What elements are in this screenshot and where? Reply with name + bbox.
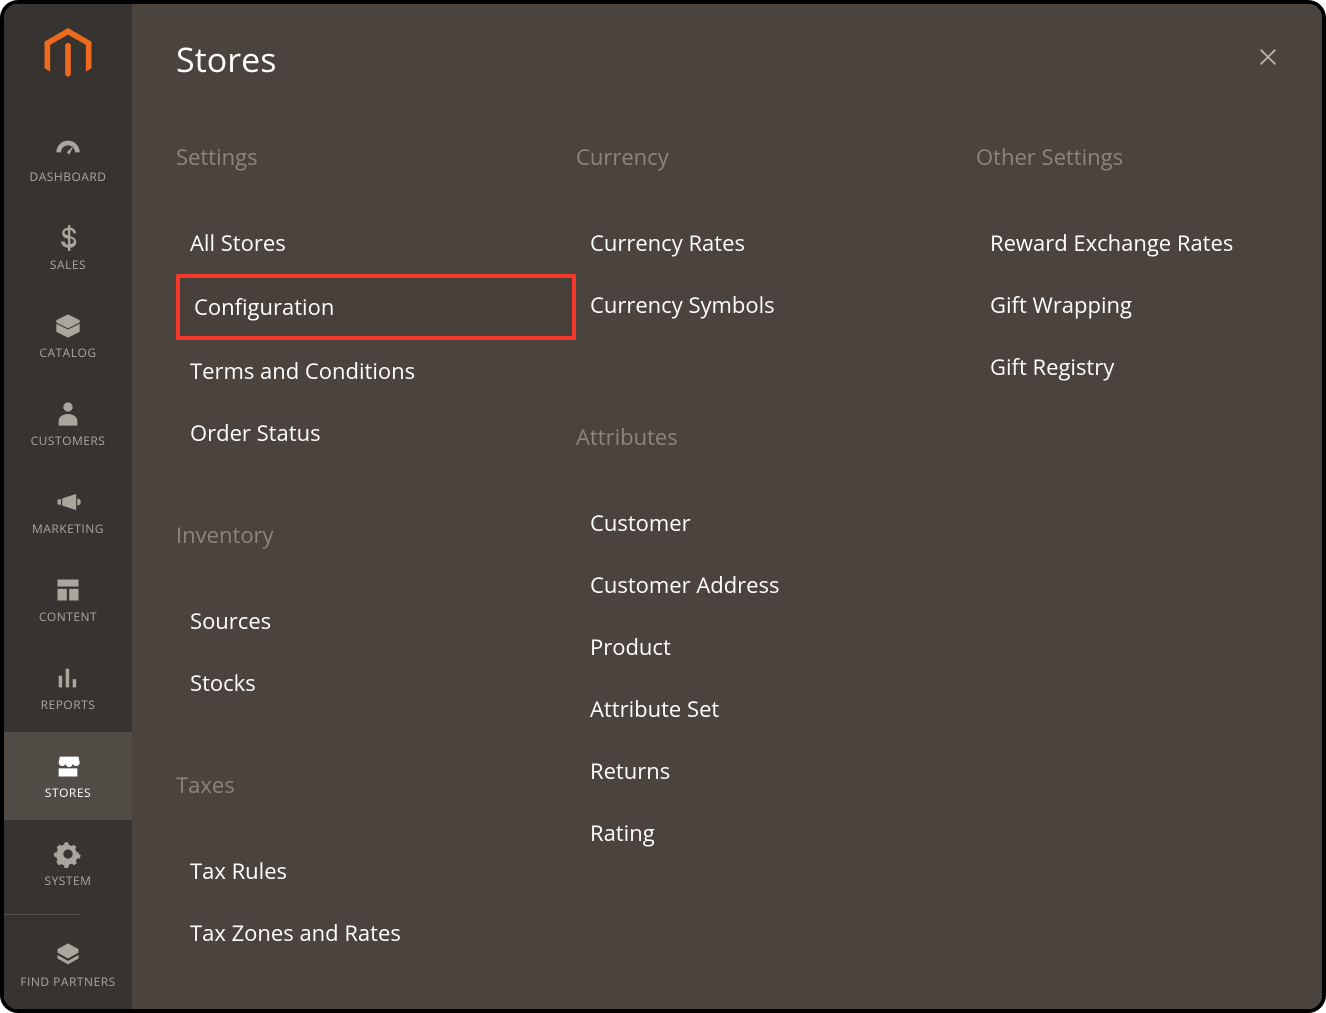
menu-item-product[interactable]: Product xyxy=(576,616,976,678)
menu-item-stocks[interactable]: Stocks xyxy=(176,652,576,714)
flyout-column: Currency Currency Rates Currency Symbols… xyxy=(576,142,976,1009)
admin-sidebar: DASHBOARD SALES CATALOG CUSTOMERS MARKET xyxy=(4,4,132,1009)
group-settings: Settings All Stores Configuration Terms … xyxy=(176,142,576,464)
menu-item-sources[interactable]: Sources xyxy=(176,590,576,652)
nav-label: SYSTEM xyxy=(45,874,92,888)
flyout-header: Stores xyxy=(176,36,1282,82)
menu-item-attribute-set[interactable]: Attribute Set xyxy=(576,678,976,740)
sidebar-item-dashboard[interactable]: DASHBOARD xyxy=(4,116,132,204)
group-list: Tax Rules Tax Zones and Rates xyxy=(176,840,576,964)
sidebar-divider xyxy=(4,914,80,915)
sidebar-item-system[interactable]: SYSTEM xyxy=(4,820,132,908)
menu-item-configuration[interactable]: Configuration xyxy=(176,274,576,340)
sidebar-item-customers[interactable]: CUSTOMERS xyxy=(4,380,132,468)
nav-label: CONTENT xyxy=(39,610,97,624)
close-button[interactable] xyxy=(1254,45,1282,73)
group-inventory: Inventory Sources Stocks xyxy=(176,520,576,714)
sidebar-nav: DASHBOARD SALES CATALOG CUSTOMERS MARKET xyxy=(4,116,132,1009)
bar-chart-icon xyxy=(54,664,82,692)
flyout-columns: Settings All Stores Configuration Terms … xyxy=(176,142,1282,1009)
gauge-icon xyxy=(54,136,82,164)
menu-item-gift-registry[interactable]: Gift Registry xyxy=(976,336,1247,398)
menu-item-gift-wrapping[interactable]: Gift Wrapping xyxy=(976,274,1247,336)
menu-item-rating[interactable]: Rating xyxy=(576,802,976,864)
close-icon xyxy=(1257,46,1279,73)
group-list: All Stores Configuration Terms and Condi… xyxy=(176,212,576,464)
sidebar-item-catalog[interactable]: CATALOG xyxy=(4,292,132,380)
group-list: Reward Exchange Rates Gift Wrapping Gift… xyxy=(976,212,1247,398)
menu-item-all-stores[interactable]: All Stores xyxy=(176,212,576,274)
stores-flyout-panel: Stores Settings All Stores Configuration… xyxy=(132,4,1322,1009)
sidebar-item-marketing[interactable]: MARKETING xyxy=(4,468,132,556)
sidebar-item-sales[interactable]: SALES xyxy=(4,204,132,292)
puzzle-icon xyxy=(54,941,82,969)
group-title: Other Settings xyxy=(976,142,1247,172)
magento-logo-icon xyxy=(44,28,92,82)
menu-item-returns[interactable]: Returns xyxy=(576,740,976,802)
flyout-column: Settings All Stores Configuration Terms … xyxy=(176,142,576,1009)
nav-label: MARKETING xyxy=(32,522,104,536)
group-taxes: Taxes Tax Rules Tax Zones and Rates xyxy=(176,770,576,964)
menu-item-customer-address[interactable]: Customer Address xyxy=(576,554,976,616)
nav-label: REPORTS xyxy=(41,698,96,712)
nav-label: DASHBOARD xyxy=(29,170,106,184)
sidebar-item-find-partners[interactable]: FIND PARTNERS xyxy=(4,921,132,1009)
sidebar-item-reports[interactable]: REPORTS xyxy=(4,644,132,732)
megaphone-icon xyxy=(54,488,82,516)
sidebar-item-stores[interactable]: STORES xyxy=(4,732,132,820)
group-title: Taxes xyxy=(176,770,576,800)
flyout-column: Other Settings Reward Exchange Rates Gif… xyxy=(976,142,1247,1009)
group-list: Customer Customer Address Product Attrib… xyxy=(576,492,976,864)
flyout-title: Stores xyxy=(176,36,276,82)
menu-item-terms-and-conditions[interactable]: Terms and Conditions xyxy=(176,340,576,402)
menu-item-currency-symbols[interactable]: Currency Symbols xyxy=(576,274,976,336)
group-title: Inventory xyxy=(176,520,576,550)
sidebar-item-content[interactable]: CONTENT xyxy=(4,556,132,644)
group-currency: Currency Currency Rates Currency Symbols xyxy=(576,142,976,336)
menu-item-order-status[interactable]: Order Status xyxy=(176,402,576,464)
nav-label: STORES xyxy=(45,786,91,800)
menu-item-reward-exchange-rates[interactable]: Reward Exchange Rates xyxy=(976,212,1247,274)
menu-item-customer[interactable]: Customer xyxy=(576,492,976,554)
group-list: Currency Rates Currency Symbols xyxy=(576,212,976,336)
layout-icon xyxy=(54,576,82,604)
nav-label: SALES xyxy=(50,258,86,272)
menu-item-currency-rates[interactable]: Currency Rates xyxy=(576,212,976,274)
group-title: Settings xyxy=(176,142,576,172)
menu-item-tax-zones-and-rates[interactable]: Tax Zones and Rates xyxy=(176,902,576,964)
store-icon xyxy=(54,752,82,780)
nav-label: FIND PARTNERS xyxy=(20,975,115,989)
box-icon xyxy=(54,312,82,340)
group-list: Sources Stocks xyxy=(176,590,576,714)
menu-item-tax-rules[interactable]: Tax Rules xyxy=(176,840,576,902)
group-other-settings: Other Settings Reward Exchange Rates Gif… xyxy=(976,142,1247,398)
group-title: Currency xyxy=(576,142,976,172)
person-icon xyxy=(54,400,82,428)
nav-label: CATALOG xyxy=(39,346,96,360)
dollar-icon xyxy=(54,224,82,252)
nav-label: CUSTOMERS xyxy=(31,434,106,448)
gear-icon xyxy=(54,840,82,868)
group-attributes: Attributes Customer Customer Address Pro… xyxy=(576,422,976,864)
group-title: Attributes xyxy=(576,422,976,452)
